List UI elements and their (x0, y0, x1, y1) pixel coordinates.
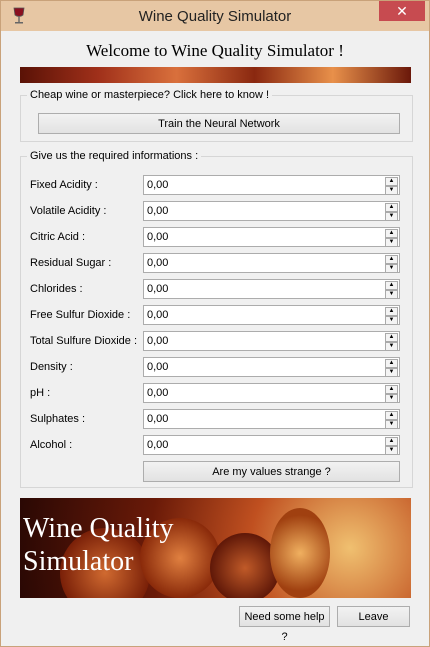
banner-line-1: Wine Quality (23, 513, 174, 544)
value-spinbox[interactable]: 0,00 ▲ ▼ (143, 279, 400, 299)
spin-down-icon[interactable]: ▼ (385, 264, 398, 273)
help-button[interactable]: Need some help ? (239, 606, 330, 643)
spinbox-arrows: ▲ ▼ (385, 203, 398, 221)
spin-up-icon[interactable]: ▲ (385, 203, 398, 212)
spinbox-arrows: ▲ ▼ (385, 281, 398, 299)
train-group: Cheap wine or masterpiece? Click here to… (20, 89, 413, 142)
spinbox-value: 0,00 (147, 335, 169, 347)
spinbox-arrows: ▲ ▼ (385, 385, 398, 403)
title-bar[interactable]: Wine Quality Simulator ✕ (1, 1, 429, 31)
spinbox-value: 0,00 (147, 257, 169, 269)
train-group-label: Cheap wine or masterpiece? Click here to… (27, 89, 273, 101)
value-spinbox[interactable]: 0,00 ▲ ▼ (143, 331, 400, 351)
spin-down-icon[interactable]: ▼ (385, 446, 398, 455)
main-panel: Welcome to Wine Quality Simulator ! Chea… (8, 31, 422, 643)
spinbox-value: 0,00 (147, 439, 169, 451)
value-spinbox[interactable]: 0,00 ▲ ▼ (143, 435, 400, 455)
welcome-heading: Welcome to Wine Quality Simulator ! (86, 41, 344, 60)
spinbox-value: 0,00 (147, 387, 169, 399)
spin-up-icon[interactable]: ▲ (385, 281, 398, 290)
spinbox-value: 0,00 (147, 179, 169, 191)
train-network-button[interactable]: Train the Neural Network (38, 113, 400, 134)
spin-up-icon[interactable]: ▲ (385, 385, 398, 394)
inputs-group-label: Give us the required informations : (27, 150, 202, 162)
spinbox-arrows: ▲ ▼ (385, 411, 398, 429)
field-label: Volatile Acidity : (30, 205, 107, 217)
field-label: Total Sulfure Dioxide : (30, 335, 137, 347)
value-spinbox[interactable]: 0,00 ▲ ▼ (143, 175, 400, 195)
spin-down-icon[interactable]: ▼ (385, 290, 398, 299)
spinbox-arrows: ▲ ▼ (385, 307, 398, 325)
value-spinbox[interactable]: 0,00 ▲ ▼ (143, 305, 400, 325)
spinbox-arrows: ▲ ▼ (385, 333, 398, 351)
field-label: Alcohol : (30, 439, 73, 451)
field-label: pH : (30, 387, 51, 399)
spin-down-icon[interactable]: ▼ (385, 394, 398, 403)
value-spinbox[interactable]: 0,00 ▲ ▼ (143, 383, 400, 403)
spinbox-arrows: ▲ ▼ (385, 229, 398, 247)
banner-title: Wine Quality Simulator (23, 512, 174, 578)
close-icon: ✕ (396, 3, 408, 19)
spin-down-icon[interactable]: ▼ (385, 368, 398, 377)
spin-down-icon[interactable]: ▼ (385, 212, 398, 221)
value-spinbox[interactable]: 0,00 ▲ ▼ (143, 201, 400, 221)
spin-down-icon[interactable]: ▼ (385, 342, 398, 351)
spin-up-icon[interactable]: ▲ (385, 437, 398, 446)
spin-down-icon[interactable]: ▼ (385, 316, 398, 325)
value-spinbox[interactable]: 0,00 ▲ ▼ (143, 357, 400, 377)
app-window: Wine Quality Simulator ✕ Welcome to Wine… (0, 0, 430, 647)
window-title: Wine Quality Simulator (138, 8, 292, 25)
value-spinbox[interactable]: 0,00 ▲ ▼ (143, 227, 400, 247)
spinbox-value: 0,00 (147, 413, 169, 425)
spin-up-icon[interactable]: ▲ (385, 359, 398, 368)
leave-button[interactable]: Leave (337, 606, 410, 627)
field-label: Free Sulfur Dioxide : (30, 309, 131, 321)
close-button[interactable]: ✕ (379, 1, 425, 21)
spin-up-icon[interactable]: ▲ (385, 255, 398, 264)
field-label: Density : (30, 361, 73, 373)
spin-down-icon[interactable]: ▼ (385, 420, 398, 429)
spinbox-arrows: ▲ ▼ (385, 437, 398, 455)
value-spinbox[interactable]: 0,00 ▲ ▼ (143, 253, 400, 273)
spin-up-icon[interactable]: ▲ (385, 307, 398, 316)
field-label: Fixed Acidity : (30, 179, 98, 191)
barrels-strip-image (20, 67, 411, 83)
field-label: Citric Acid : (30, 231, 86, 243)
spinbox-arrows: ▲ ▼ (385, 177, 398, 195)
spinbox-arrows: ▲ ▼ (385, 359, 398, 377)
spinbox-value: 0,00 (147, 231, 169, 243)
banner-line-2: Simulator (23, 546, 134, 577)
spinbox-value: 0,00 (147, 361, 169, 373)
field-label: Residual Sugar : (30, 257, 112, 269)
field-label: Sulphates : (30, 413, 86, 425)
spin-down-icon[interactable]: ▼ (385, 238, 398, 247)
field-label: Chlorides : (30, 283, 83, 295)
value-spinbox[interactable]: 0,00 ▲ ▼ (143, 409, 400, 429)
spin-down-icon[interactable]: ▼ (385, 186, 398, 195)
spinbox-value: 0,00 (147, 283, 169, 295)
spinbox-value: 0,00 (147, 309, 169, 321)
check-values-button[interactable]: Are my values strange ? (143, 461, 400, 482)
spin-up-icon[interactable]: ▲ (385, 229, 398, 238)
spin-up-icon[interactable]: ▲ (385, 177, 398, 186)
wine-cellar-banner-image: Wine Quality Simulator (20, 498, 411, 598)
spin-up-icon[interactable]: ▲ (385, 333, 398, 342)
spin-up-icon[interactable]: ▲ (385, 411, 398, 420)
spinbox-arrows: ▲ ▼ (385, 255, 398, 273)
spinbox-value: 0,00 (147, 205, 169, 217)
